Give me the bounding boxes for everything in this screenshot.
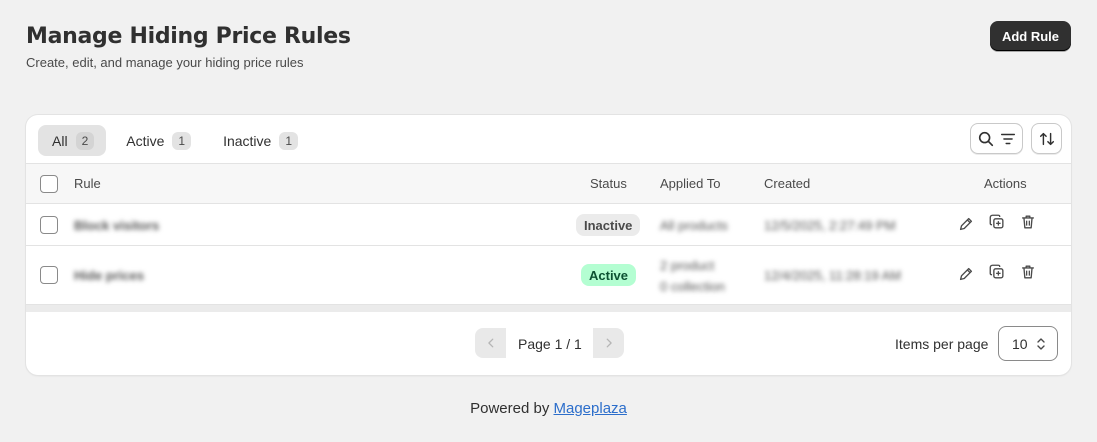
select-all-checkbox[interactable]: [40, 175, 58, 193]
next-page-button[interactable]: [593, 328, 624, 358]
row-checkbox[interactable]: [40, 216, 58, 234]
created-date: 12/5/2025, 2:27:49 PM: [764, 218, 896, 233]
rules-card: All 2 Active 1 Inactive 1 Rule Status Ap…: [26, 115, 1071, 375]
table-row[interactable]: Block visitors Inactive All products 12/…: [26, 204, 1071, 246]
table-header: Rule Status Applied To Created Actions: [26, 163, 1071, 204]
footer: Powered by Mageplaza: [0, 400, 1097, 417]
column-header-created[interactable]: Created: [764, 176, 810, 191]
add-rule-button[interactable]: Add Rule: [990, 21, 1071, 51]
previous-page-button[interactable]: [475, 328, 506, 358]
applied-to-text: 2 product: [660, 258, 715, 273]
filter-tabs: All 2 Active 1 Inactive 1: [38, 125, 310, 156]
column-header-status[interactable]: Status: [590, 176, 627, 191]
page-title: Manage Hiding Price Rules: [26, 24, 351, 49]
select-chevron-icon: [1037, 338, 1045, 350]
row-checkbox[interactable]: [40, 266, 58, 284]
items-per-page-label: Items per page: [895, 336, 989, 352]
rule-name[interactable]: Block visitors: [74, 218, 159, 233]
page-subtitle: Create, edit, and manage your hiding pri…: [26, 55, 304, 70]
applied-to-text: 0 collection: [660, 279, 726, 294]
tab-label: Active: [126, 132, 165, 149]
search-icon: [978, 131, 993, 146]
sort-icon: [1039, 132, 1054, 145]
powered-by-text: Powered by: [470, 400, 550, 417]
items-per-page-value: 10: [1012, 335, 1028, 352]
column-header-rule[interactable]: Rule: [74, 176, 101, 191]
edit-icon[interactable]: [957, 265, 975, 283]
items-per-page-select[interactable]: 10: [998, 326, 1058, 361]
edit-icon[interactable]: [957, 215, 975, 233]
tab-label: Inactive: [223, 132, 272, 149]
delete-icon[interactable]: [1019, 213, 1037, 231]
sort-button[interactable]: [1031, 123, 1062, 154]
created-date: 12/4/2025, 11:28:19 AM: [764, 268, 902, 283]
status-badge: Active: [581, 264, 637, 286]
filter-icon: [1000, 133, 1015, 144]
page-indicator: Page 1 / 1: [518, 336, 582, 352]
tab-count-badge: 2: [75, 131, 95, 150]
horizontal-scrollbar[interactable]: [26, 305, 1071, 312]
tab-inactive[interactable]: Inactive 1: [209, 125, 310, 156]
tab-active[interactable]: Active 1: [112, 125, 203, 156]
tab-count-badge: 1: [172, 131, 192, 150]
rule-name[interactable]: Hide prices: [74, 268, 144, 283]
tab-label: All: [52, 132, 68, 149]
chevron-left-icon: [487, 338, 493, 348]
delete-icon[interactable]: [1019, 263, 1037, 281]
column-header-applied-to[interactable]: Applied To: [660, 176, 720, 191]
column-header-actions: Actions: [984, 176, 1027, 191]
status-badge: Inactive: [576, 214, 641, 236]
search-filter-button[interactable]: [970, 123, 1023, 154]
tab-all[interactable]: All 2: [38, 125, 107, 156]
duplicate-icon[interactable]: [988, 263, 1006, 281]
chevron-right-icon: [606, 338, 612, 348]
tab-count-badge: 1: [279, 131, 298, 150]
table-row[interactable]: Hide prices Active 2 product 0 collectio…: [26, 246, 1071, 305]
duplicate-icon[interactable]: [988, 213, 1006, 231]
applied-to-text: All products: [660, 218, 728, 233]
mageplaza-link[interactable]: Mageplaza: [554, 400, 627, 417]
